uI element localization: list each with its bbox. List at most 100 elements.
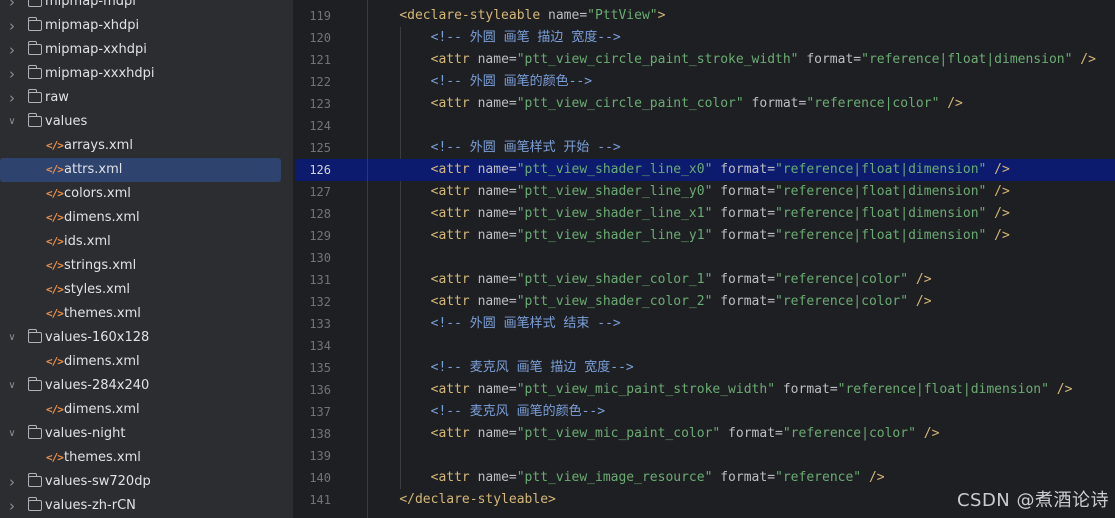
code-token: format: [743, 96, 799, 111]
line-number[interactable]: 141: [295, 489, 331, 511]
line-number[interactable]: 126: [295, 159, 331, 181]
tree-item-styles-xml[interactable]: </> styles.xml: [0, 278, 293, 302]
line-number[interactable]: 131: [295, 269, 331, 291]
code-token: "ptt_view_shader_color_1": [516, 272, 713, 287]
line-number[interactable]: 127: [295, 181, 331, 203]
line-number[interactable]: 122: [295, 71, 331, 93]
code-line[interactable]: <!-- 外圆 画笔的颜色-->: [368, 71, 1115, 93]
code-token: <!-- 外圆 画笔的颜色-->: [430, 74, 593, 89]
code-line[interactable]: <attr name="ptt_view_shader_line_x1" for…: [368, 203, 1115, 225]
xml-file-icon: </>: [46, 187, 64, 200]
code-line[interactable]: <attr name="ptt_view_mic_paint_color" fo…: [368, 423, 1115, 445]
tree-item-values-284x240[interactable]: ∨ values-284x240: [0, 374, 293, 398]
tree-item-values-sw720dp[interactable]: › values-sw720dp: [0, 470, 293, 494]
code-line[interactable]: <declare-styleable name="PttView">: [368, 5, 1115, 27]
code-line[interactable]: <attr name="ptt_view_shader_line_y0" for…: [368, 181, 1115, 203]
code-token: <!-- 外圆 画笔 描边 宽度-->: [430, 30, 621, 45]
code-line[interactable]: <attr name="ptt_view_circle_paint_stroke…: [368, 49, 1115, 71]
tree-item-themes-xml[interactable]: </> themes.xml: [0, 446, 293, 470]
line-number[interactable]: 123: [295, 93, 331, 115]
chevron-right-icon[interactable]: ›: [5, 86, 19, 110]
code-token: "ptt_view_circle_paint_stroke_width": [516, 52, 799, 67]
code-token: format: [712, 228, 768, 243]
code-token: "reference|color": [775, 294, 909, 309]
chevron-down-icon[interactable]: ∨: [5, 110, 19, 134]
code-token: =: [767, 206, 776, 221]
code-token: />: [1048, 382, 1073, 397]
chevron-right-icon[interactable]: ›: [5, 470, 19, 494]
code-line[interactable]: <attr name="ptt_view_shader_line_y1" for…: [368, 225, 1115, 247]
tree-item-dimens-xml[interactable]: </> dimens.xml: [0, 206, 293, 230]
code-line[interactable]: <!-- 麦克风 画笔 描边 宽度-->: [368, 357, 1115, 379]
tree-item-values-160x128[interactable]: ∨ values-160x128: [0, 326, 293, 350]
tree-item-arrays-xml[interactable]: </> arrays.xml: [0, 134, 293, 158]
chevron-down-icon[interactable]: ∨: [5, 374, 19, 398]
tree-item-values-night[interactable]: ∨ values-night: [0, 422, 293, 446]
chevron-down-icon[interactable]: ∨: [5, 326, 19, 350]
line-number[interactable]: 120: [295, 27, 331, 49]
tree-item-ids-xml[interactable]: </> ids.xml: [0, 230, 293, 254]
code-line[interactable]: <attr name="ptt_view_shader_color_2" for…: [368, 291, 1115, 313]
chevron-right-icon[interactable]: ›: [5, 14, 19, 38]
code-line[interactable]: <attr name="ptt_view_shader_color_1" for…: [368, 269, 1115, 291]
tree-item-dimens-xml[interactable]: </> dimens.xml: [0, 398, 293, 422]
code-token: =: [508, 470, 517, 485]
editor-gutter: 119 120 121 122 123 124 125 126 127 128 129 130 131 1…: [295, 0, 384, 518]
tree-item-attrs-xml[interactable]: </> attrs.xml: [0, 158, 281, 182]
line-number[interactable]: 140: [295, 467, 331, 489]
code-line[interactable]: <!-- 外圆 画笔样式 结束 -->: [368, 313, 1115, 335]
line-number[interactable]: 124: [295, 115, 331, 137]
line-number[interactable]: 121: [295, 49, 331, 71]
tree-item-values[interactable]: ∨ values: [0, 110, 293, 134]
code-token: format: [720, 426, 776, 441]
chevron-right-icon[interactable]: ›: [5, 494, 19, 518]
code-token: =: [508, 184, 517, 199]
code-line[interactable]: [368, 335, 1115, 357]
code-editor[interactable]: <declare-styleable name="PttView"> <!-- …: [368, 0, 1115, 518]
tree-item-mipmap-mdpi[interactable]: › mipmap-mdpi: [0, 0, 293, 14]
tree-item-dimens-xml[interactable]: </> dimens.xml: [0, 350, 293, 374]
code-line[interactable]: [368, 445, 1115, 467]
code-token: <attr: [430, 206, 470, 221]
chevron-right-icon[interactable]: ›: [5, 62, 19, 86]
line-number[interactable]: 132: [295, 291, 331, 313]
tree-item-label: styles.xml: [64, 282, 131, 297]
line-number[interactable]: 130: [295, 247, 331, 269]
tree-item-mipmap-xhdpi[interactable]: › mipmap-xhdpi: [0, 14, 293, 38]
code-line[interactable]: <!-- 外圆 画笔样式 开始 -->: [368, 137, 1115, 159]
code-line[interactable]: [368, 247, 1115, 269]
line-number[interactable]: 129: [295, 225, 331, 247]
tree-item-colors-xml[interactable]: </> colors.xml: [0, 182, 293, 206]
folder-icon: [27, 89, 42, 103]
code-line[interactable]: <attr name="ptt_view_shader_line_x0" for…: [368, 159, 1115, 181]
tree-item-mipmap-xxhdpi[interactable]: › mipmap-xxhdpi: [0, 38, 293, 62]
tree-item-raw[interactable]: › raw: [0, 86, 293, 110]
tree-item-strings-xml[interactable]: </> strings.xml: [0, 254, 293, 278]
code-token: "reference|color": [806, 96, 940, 111]
line-number[interactable]: 137: [295, 401, 331, 423]
line-number[interactable]: 119: [295, 5, 331, 27]
chevron-right-icon[interactable]: ›: [5, 38, 19, 62]
tree-item-values-zh-rcn[interactable]: › values-zh-rCN: [0, 494, 293, 518]
line-number[interactable]: 136: [295, 379, 331, 401]
line-number[interactable]: 134: [295, 335, 331, 357]
code-token: format: [712, 470, 768, 485]
chevron-right-icon[interactable]: ›: [5, 0, 19, 14]
line-number[interactable]: 135: [295, 357, 331, 379]
line-number[interactable]: 125: [295, 137, 331, 159]
code-line[interactable]: <attr name="ptt_view_mic_paint_stroke_wi…: [368, 379, 1115, 401]
code-line[interactable]: <!-- 麦克风 画笔的颜色-->: [368, 401, 1115, 423]
code-line[interactable]: [368, 115, 1115, 137]
code-line[interactable]: <attr name="ptt_view_circle_paint_color"…: [368, 93, 1115, 115]
tree-item-themes-xml[interactable]: </> themes.xml: [0, 302, 293, 326]
line-number[interactable]: 128: [295, 203, 331, 225]
line-number[interactable]: 133: [295, 313, 331, 335]
line-number[interactable]: 139: [295, 445, 331, 467]
chevron-down-icon[interactable]: ∨: [5, 422, 19, 446]
code-token: >: [657, 8, 666, 23]
code-token: name: [469, 162, 509, 177]
code-line[interactable]: <!-- 外圆 画笔 描边 宽度-->: [368, 27, 1115, 49]
tree-item-mipmap-xxxhdpi[interactable]: › mipmap-xxxhdpi: [0, 62, 293, 86]
code-token: <!-- 外圆 画笔样式 结束 -->: [430, 316, 621, 331]
line-number[interactable]: 138: [295, 423, 331, 445]
